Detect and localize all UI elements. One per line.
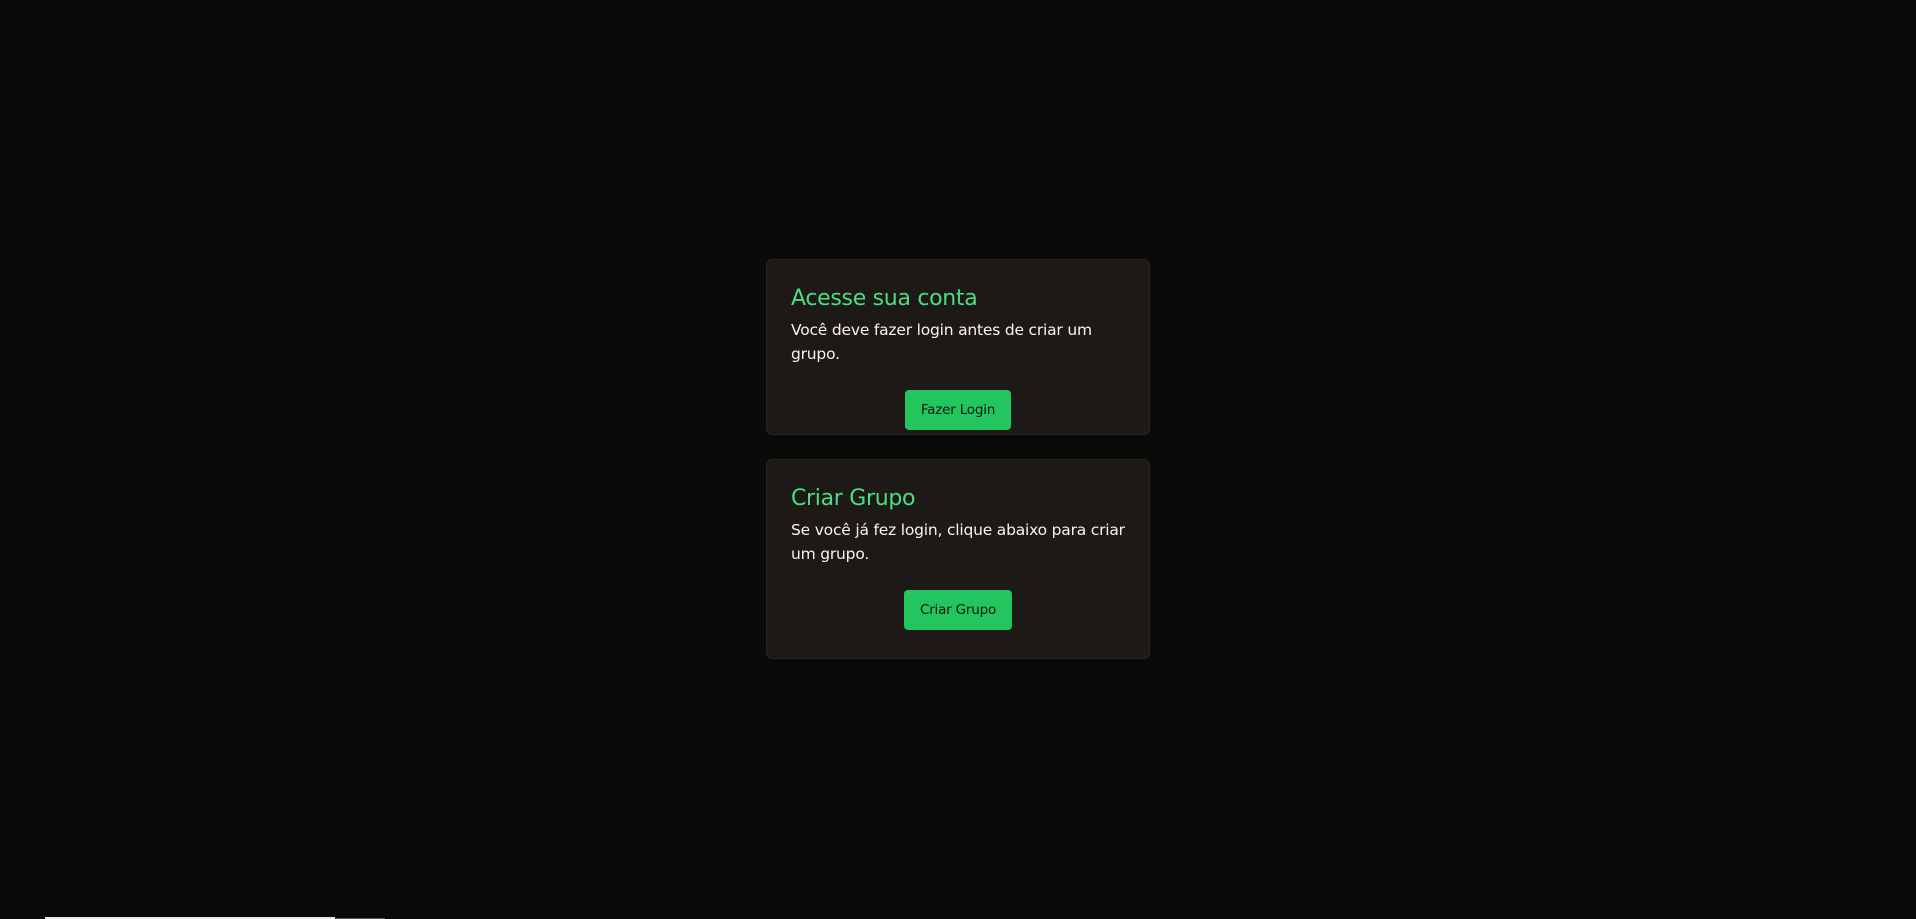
create-group-card-description: Se você já fez login, clique abaixo para…	[791, 521, 1125, 564]
create-group-card-title: Criar Grupo	[791, 486, 916, 511]
login-card-description: Você deve fazer login antes de criar um …	[791, 321, 1092, 364]
create-group-button[interactable]: Criar Grupo	[903, 590, 1013, 631]
login-button-wrap: Fazer Login	[791, 390, 1125, 431]
create-group-card: Criar Grupo Se você já fez login, clique…	[766, 459, 1150, 659]
login-button[interactable]: Fazer Login	[904, 390, 1012, 431]
login-card: Acesse sua conta Você deve fazer login a…	[766, 259, 1150, 435]
login-card-title: Acesse sua conta	[791, 286, 978, 311]
page: Acesse sua conta Você deve fazer login a…	[0, 0, 1916, 919]
create-group-button-wrap: Criar Grupo	[791, 590, 1125, 631]
